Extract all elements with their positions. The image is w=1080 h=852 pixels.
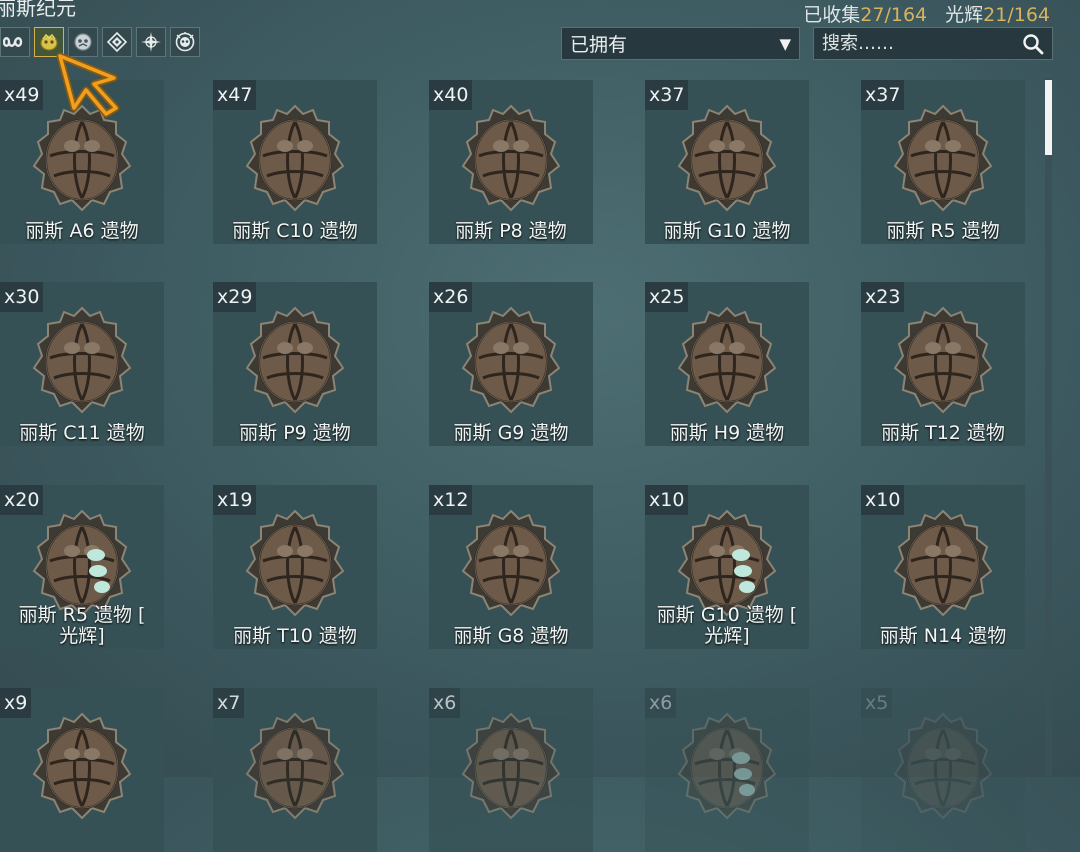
owned-filter-value: 已拥有 <box>570 34 628 56</box>
lith-relic-icon <box>40 33 58 51</box>
relic-icon <box>461 509 561 617</box>
relic-count: x29 <box>213 282 257 312</box>
relic-icon <box>893 509 993 617</box>
relic-count: x23 <box>861 282 905 312</box>
relic-count: x37 <box>645 80 689 110</box>
relic-icon <box>677 712 777 820</box>
relic-count: x20 <box>0 485 44 515</box>
relic-icon <box>893 104 993 212</box>
collected-label: 已收集 <box>803 4 861 26</box>
radiant-label: 光辉 <box>945 4 984 26</box>
relic-name: 丽斯 R5 遗物 [ 光辉] <box>18 604 146 647</box>
relic-count: x10 <box>861 485 905 515</box>
relic-name: 丽斯 T10 遗物 <box>233 625 357 647</box>
relic-card[interactable]: x5 <box>861 688 1025 852</box>
search-input[interactable] <box>822 33 1022 54</box>
relic-card[interactable]: x30 丽斯 C11 遗物 <box>0 282 164 446</box>
relic-name: 丽斯 H9 遗物 <box>669 422 785 444</box>
relic-card[interactable]: x23 丽斯 T12 遗物 <box>861 282 1025 446</box>
relic-icon <box>461 712 561 820</box>
relic-name: 丽斯 G9 遗物 <box>453 422 569 444</box>
relic-card[interactable]: x12 丽斯 G8 遗物 <box>429 485 593 649</box>
relic-icon <box>461 306 561 414</box>
relic-card[interactable]: x37 丽斯 G10 遗物 <box>645 80 809 244</box>
relic-icon <box>245 712 345 820</box>
relic-name: 丽斯 P9 遗物 <box>239 422 351 444</box>
relic-count: x10 <box>645 485 689 515</box>
relic-count: x49 <box>0 80 44 110</box>
axi-relic-icon <box>141 32 161 52</box>
relic-card[interactable]: x6 <box>645 688 809 852</box>
relic-card[interactable]: x26 丽斯 G9 遗物 <box>429 282 593 446</box>
mouse-cursor-icon <box>56 52 120 118</box>
relic-card[interactable]: x47 丽斯 C10 遗物 <box>213 80 377 244</box>
relic-count: x26 <box>429 282 473 312</box>
relic-card[interactable]: x29 丽斯 P9 遗物 <box>213 282 377 446</box>
radiant-value: 21/164 <box>983 4 1050 26</box>
relic-icon <box>245 104 345 212</box>
relic-card[interactable]: x7 <box>213 688 377 852</box>
relic-icon <box>677 104 777 212</box>
relic-card[interactable]: x10 丽斯 N14 遗物 <box>861 485 1025 649</box>
relic-card[interactable]: x10 丽斯 G10 遗物 [ 光辉] <box>645 485 809 649</box>
requiem-relic-icon <box>175 32 195 52</box>
owned-filter-dropdown[interactable]: 已拥有 ▼ <box>561 27 800 60</box>
scrollbar[interactable] <box>1045 78 1052 777</box>
scrollbar-thumb[interactable] <box>1045 80 1052 155</box>
relic-card[interactable]: x25 丽斯 H9 遗物 <box>645 282 809 446</box>
relic-count: x37 <box>861 80 905 110</box>
infinity-icon <box>3 37 23 47</box>
relic-name: 丽斯 C10 遗物 <box>232 220 358 242</box>
search-icon[interactable] <box>1022 33 1044 55</box>
relic-icon <box>32 712 132 820</box>
neo-relic-icon <box>106 31 128 53</box>
relic-count: x40 <box>429 80 473 110</box>
filter-all-button[interactable] <box>0 27 30 57</box>
relic-count: x6 <box>645 688 677 718</box>
relic-count: x7 <box>213 688 245 718</box>
relic-icon <box>32 306 132 414</box>
relic-icon <box>893 306 993 414</box>
relic-icon <box>245 509 345 617</box>
relic-name: 丽斯 R5 遗物 <box>886 220 1000 242</box>
relic-icon <box>245 306 345 414</box>
relic-count: x47 <box>213 80 257 110</box>
relic-count: x25 <box>645 282 689 312</box>
meso-relic-icon <box>74 33 92 51</box>
search-box[interactable] <box>813 27 1053 60</box>
relic-icon <box>677 306 777 414</box>
collected-value: 27/164 <box>860 4 928 26</box>
filter-axi-button[interactable] <box>136 27 166 57</box>
relic-card[interactable]: x19 丽斯 T10 遗物 <box>213 485 377 649</box>
relic-name: 丽斯 G8 遗物 <box>453 625 569 647</box>
relic-count: x6 <box>429 688 461 718</box>
era-title: 丽斯纪元 <box>0 0 76 20</box>
relic-count: x5 <box>861 688 893 718</box>
relic-name: 丽斯 G10 遗物 [ 光辉] <box>656 604 798 647</box>
collection-stats: 已收集27/164 光辉21/164 <box>803 0 1050 27</box>
chevron-down-icon: ▼ <box>779 34 791 53</box>
relic-card[interactable]: x6 <box>429 688 593 852</box>
relic-card[interactable]: x40 丽斯 P8 遗物 <box>429 80 593 244</box>
relic-count: x9 <box>0 688 32 718</box>
relic-name: 丽斯 G10 遗物 <box>663 220 791 242</box>
relic-name: 丽斯 C11 遗物 <box>19 422 145 444</box>
relic-card[interactable]: x20 丽斯 R5 遗物 [ 光辉] <box>0 485 164 649</box>
relic-card[interactable]: x9 <box>0 688 164 852</box>
relic-count: x12 <box>429 485 473 515</box>
relic-count: x19 <box>213 485 257 515</box>
relic-name: 丽斯 A6 遗物 <box>25 220 139 242</box>
relic-icon <box>893 712 993 820</box>
relic-name: 丽斯 N14 遗物 <box>879 625 1007 647</box>
relic-name: 丽斯 T12 遗物 <box>881 422 1005 444</box>
relic-card[interactable]: x37 丽斯 R5 遗物 <box>861 80 1025 244</box>
relic-count: x30 <box>0 282 44 312</box>
relic-name: 丽斯 P8 遗物 <box>455 220 567 242</box>
filter-requiem-button[interactable] <box>170 27 200 57</box>
relic-icon <box>461 104 561 212</box>
